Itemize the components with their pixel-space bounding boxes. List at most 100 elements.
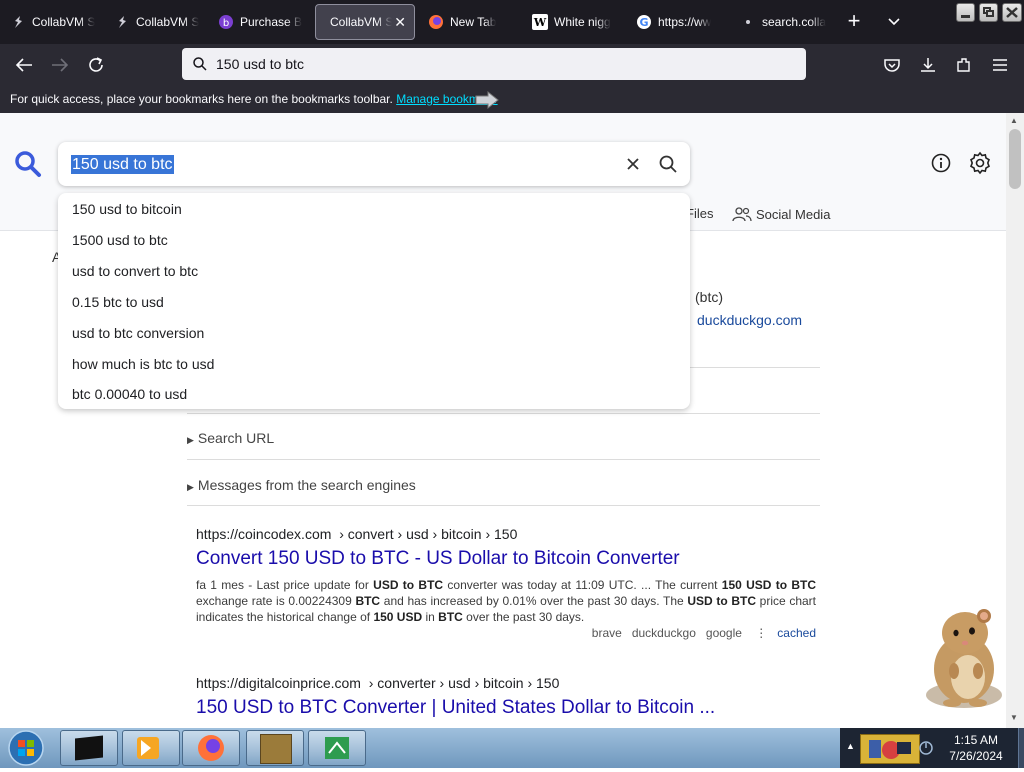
show-desktop-button[interactable]: [1018, 728, 1024, 768]
show-hidden-icons-arrow-icon[interactable]: ▲: [846, 741, 855, 751]
tab-label: Purchase B: [240, 15, 303, 29]
tab-5[interactable]: New Tab: [418, 4, 522, 40]
search-result: https://coincodex.com › convert › usd › …: [196, 526, 816, 640]
tab-4-active[interactable]: CollabVM S ✕: [315, 4, 415, 40]
dot-icon: [740, 14, 756, 30]
tab-2[interactable]: CollabVM S: [104, 4, 208, 40]
tab-strip: CollabVM S CollabVM S b Purchase B Colla…: [0, 0, 1024, 44]
tab-label: CollabVM S: [136, 15, 200, 29]
partial-source-link[interactable]: duckduckgo.com: [697, 312, 802, 328]
firefox-icon: [428, 14, 444, 30]
system-tray: ▲ 1:15 AM 7/26/2024: [840, 728, 1024, 768]
result-path: › converter › usd › bitcoin › 150: [368, 675, 560, 691]
triangle-right-icon: ▶: [187, 435, 194, 445]
bookmarks-toolbar: For quick access, place your bookmarks h…: [0, 86, 1024, 113]
tab-list-chevron-icon[interactable]: [884, 12, 904, 32]
suggestion-item[interactable]: 0.15 btc to usd: [72, 294, 164, 310]
cached-link[interactable]: cached: [777, 626, 816, 640]
result-title-link[interactable]: Convert 150 USD to BTC - US Dollar to Bi…: [196, 548, 816, 570]
tab-label: search.colla: [762, 15, 827, 29]
result-url[interactable]: https://digitalcoinprice.com: [196, 675, 361, 691]
minimize-button[interactable]: [956, 3, 975, 22]
google-icon: G: [636, 14, 652, 30]
network-icon[interactable]: [918, 740, 934, 761]
pocket-icon[interactable]: [880, 53, 904, 77]
taskbar: ▲ 1:15 AM 7/26/2024: [0, 728, 1024, 768]
suggestion-item[interactable]: usd to convert to btc: [72, 263, 198, 279]
tab-files[interactable]: Files: [686, 206, 713, 221]
settings-gear-icon[interactable]: [968, 151, 992, 180]
menu-hamburger-icon[interactable]: [988, 53, 1012, 77]
suggestion-item[interactable]: usd to btc conversion: [72, 325, 204, 341]
suggestion-item[interactable]: how much is btc to usd: [72, 356, 214, 372]
partial-info-text: (btc): [695, 289, 723, 305]
tab-label: CollabVM S: [330, 15, 392, 29]
result-url[interactable]: https://coincodex.com: [196, 526, 331, 542]
engine-messages-section[interactable]: ▶ Messages from the search engines: [187, 459, 820, 506]
taskbar-green-app[interactable]: [308, 730, 366, 766]
engine-name: google: [705, 626, 742, 640]
scroll-down-icon[interactable]: ▼: [1010, 713, 1018, 722]
info-icon[interactable]: [930, 152, 952, 179]
search-url-section[interactable]: ▶ Search URL: [187, 413, 820, 460]
section-label: Search URL: [197, 430, 275, 446]
collabvm-icon: [10, 14, 26, 30]
search-submit-icon[interactable]: [658, 154, 678, 179]
autocomplete-dropdown: 150 usd to bitcoin 1500 usd to btc usd t…: [58, 193, 690, 409]
close-tab-icon[interactable]: ✕: [394, 14, 406, 31]
divider: [690, 367, 820, 368]
result-engines: brave duckduckgo google ⋮ cached: [196, 626, 816, 640]
clock-time: 1:15 AM: [953, 733, 999, 747]
result-title-link[interactable]: 150 USD to BTC Converter | United States…: [196, 697, 816, 719]
purchase-icon: b: [218, 14, 234, 30]
collabvm-icon: [114, 14, 130, 30]
svg-text:G: G: [639, 16, 648, 29]
taskbar-media-player-app[interactable]: [122, 730, 180, 766]
triangle-right-icon: ▶: [187, 482, 194, 492]
address-bar[interactable]: 150 usd to btc: [182, 48, 806, 80]
scrollbar-thumb[interactable]: [1009, 129, 1021, 189]
close-window-button[interactable]: [1002, 3, 1022, 22]
search-input[interactable]: 150 usd to btc: [58, 142, 690, 186]
back-arrow-icon[interactable]: [12, 53, 36, 77]
restore-button[interactable]: [979, 3, 998, 22]
tab-label: White nigg: [554, 15, 611, 29]
reload-icon[interactable]: [84, 53, 108, 77]
suggestion-item[interactable]: 1500 usd to btc: [72, 232, 168, 248]
scroll-up-icon[interactable]: ▲: [1010, 116, 1018, 125]
search-logo-icon[interactable]: [14, 150, 42, 183]
tab-3[interactable]: b Purchase B: [208, 4, 312, 40]
suggestion-item[interactable]: btc 0.00040 to usd: [72, 386, 187, 402]
svg-text:b: b: [223, 18, 229, 29]
forward-arrow-icon[interactable]: [48, 53, 72, 77]
tray-app-icon[interactable]: [860, 734, 920, 764]
page-scrollbar[interactable]: ▲ ▼: [1006, 113, 1024, 728]
page-content: Files Social Media 150 usd to btc A (btc…: [0, 113, 1006, 728]
tab-files-label: Files: [686, 206, 714, 221]
tab-6[interactable]: W White nigg: [522, 4, 626, 40]
taskbar-bonzi-app[interactable]: [246, 730, 304, 766]
result-path: › convert › usd › bitcoin › 150: [339, 526, 518, 542]
taskbar-firefox-app[interactable]: [182, 730, 240, 766]
more-vertical-icon[interactable]: ⋮: [755, 626, 767, 640]
mouse-cursor-icon: [474, 90, 500, 115]
taskbar-terminal-app[interactable]: [60, 730, 118, 766]
new-tab-plus-icon[interactable]: +: [844, 10, 864, 34]
download-icon[interactable]: [916, 53, 940, 77]
result-snippet: fa 1 mes - Last price update for USD to …: [196, 578, 817, 624]
tab-8[interactable]: search.colla: [730, 4, 834, 40]
clock[interactable]: 1:15 AM 7/26/2024: [940, 732, 1012, 764]
section-label: Messages from the search engines: [197, 477, 416, 493]
wikipedia-icon: W: [532, 14, 548, 30]
tab-1[interactable]: CollabVM S: [0, 4, 104, 40]
suggestion-item[interactable]: 150 usd to bitcoin: [72, 201, 182, 217]
tab-social-media[interactable]: Social Media: [732, 206, 830, 222]
start-button[interactable]: [5, 729, 47, 772]
tab-social-label: Social Media: [756, 206, 831, 222]
clear-search-icon[interactable]: [624, 155, 642, 178]
tab-label: New Tab: [450, 15, 497, 29]
tab-7[interactable]: G https://ww: [626, 4, 730, 40]
hamster-pet-image[interactable]: [920, 603, 1006, 718]
extensions-icon[interactable]: [952, 53, 976, 77]
bookmarks-message: For quick access, place your bookmarks h…: [10, 92, 393, 106]
